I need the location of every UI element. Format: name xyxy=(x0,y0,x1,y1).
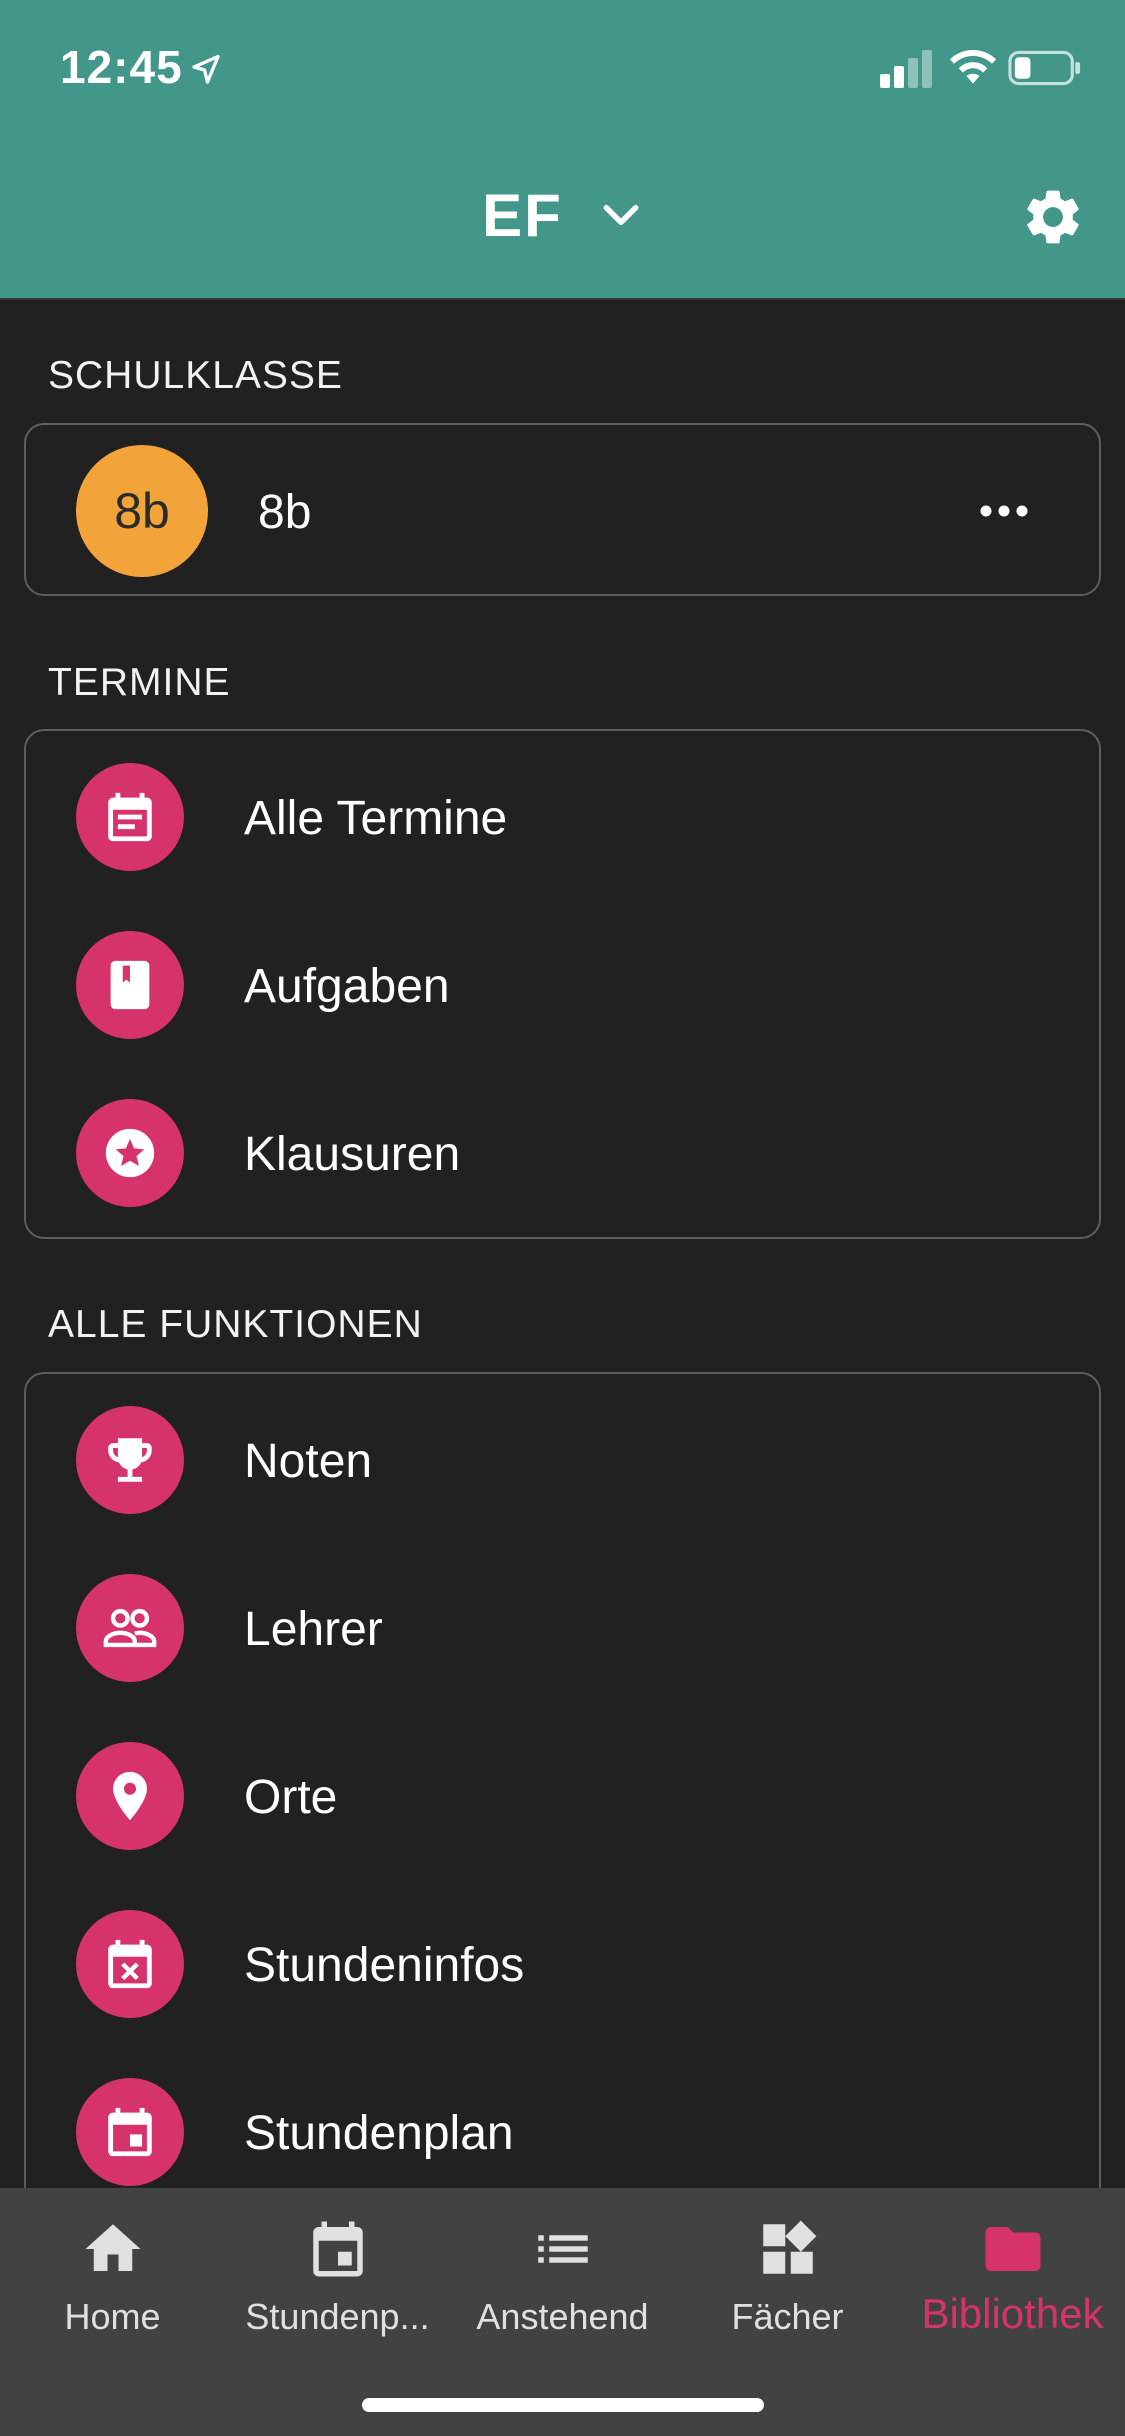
gear-icon[interactable] xyxy=(1020,184,1086,250)
location-arrow-icon xyxy=(192,54,220,84)
page-title: EF xyxy=(482,181,563,249)
home-indicator[interactable] xyxy=(362,2398,764,2412)
nav-item-bibliothek[interactable]: Bibliothek xyxy=(900,2188,1125,2358)
list-item-label: Stundeninfos xyxy=(244,1939,525,1992)
list-item-label: Stundenplan xyxy=(244,2107,514,2160)
trophy-icon xyxy=(76,1406,184,1514)
section-label-schulklasse: SCHULKLASSE xyxy=(48,354,343,397)
more-horizontal-icon[interactable] xyxy=(978,501,1030,521)
list-item-label: Aufgaben xyxy=(244,960,450,1013)
nav-item-faecher[interactable]: Fächer xyxy=(675,2188,900,2358)
wifi-icon xyxy=(949,49,997,84)
status-bar: 12:45 xyxy=(0,0,1125,140)
list-item-klausuren[interactable]: Klausuren xyxy=(26,1069,1103,1237)
nav-item-stundenplan[interactable]: Stundenp... xyxy=(225,2188,450,2358)
list-icon xyxy=(537,2235,588,2263)
calendar-icon xyxy=(312,2221,363,2277)
calendar-list-icon xyxy=(76,763,184,871)
nav-label: Bibliothek xyxy=(921,2290,1104,2337)
class-avatar: 8b xyxy=(76,445,208,577)
battery-icon xyxy=(1008,50,1081,86)
list-item-label: Lehrer xyxy=(244,1603,383,1656)
folder-icon xyxy=(985,2227,1040,2271)
nav-label: Fächer xyxy=(731,2296,844,2337)
list-item-noten[interactable]: Noten xyxy=(26,1376,1103,1544)
list-item-alle-termine[interactable]: Alle Termine xyxy=(26,733,1103,901)
nav-label: Home xyxy=(64,2296,161,2337)
list-item-label: Alle Termine xyxy=(244,792,508,845)
list-item-label: Noten xyxy=(244,1435,373,1488)
status-time: 12:45 xyxy=(60,41,183,93)
widgets-icon xyxy=(762,2220,816,2274)
list-item-label: Klausuren xyxy=(244,1128,461,1181)
list-item-lehrer[interactable]: Lehrer xyxy=(26,1544,1103,1712)
home-icon xyxy=(85,2224,140,2271)
nav-label: Stundenp... xyxy=(245,2296,430,2337)
people-icon xyxy=(76,1574,184,1682)
group-selector[interactable]: EF xyxy=(0,180,1125,250)
book-icon xyxy=(76,931,184,1039)
chevron-down-icon xyxy=(603,204,639,226)
app-header: 12:45 EF xyxy=(0,0,1125,300)
class-name: 8b xyxy=(258,486,312,539)
list-item-orte[interactable]: Orte xyxy=(26,1712,1103,1880)
nav-label: Anstehend xyxy=(476,2296,649,2337)
list-item-label: Orte xyxy=(244,1771,338,1824)
cellular-signal-icon xyxy=(880,50,932,88)
section-label-alle-funktionen: ALLE FUNKTIONEN xyxy=(48,1303,423,1346)
termine-card: Alle Termine Aufgaben Klausuren xyxy=(24,729,1101,1239)
nav-item-home[interactable]: Home xyxy=(0,2188,225,2358)
list-item-aufgaben[interactable]: Aufgaben xyxy=(26,901,1103,1069)
funktionen-card: Noten Lehrer Orte Stundeninfos Stundenpl… xyxy=(24,1372,1101,2272)
class-card[interactable]: 8b 8b xyxy=(24,423,1101,596)
star-circle-icon xyxy=(76,1099,184,1207)
calendar-icon xyxy=(76,2078,184,2186)
location-pin-icon xyxy=(76,1742,184,1850)
list-item-stundeninfos[interactable]: Stundeninfos xyxy=(26,1880,1103,2048)
nav-item-anstehend[interactable]: Anstehend xyxy=(450,2188,675,2358)
section-label-termine: TERMINE xyxy=(48,661,231,704)
calendar-x-icon xyxy=(76,1910,184,2018)
